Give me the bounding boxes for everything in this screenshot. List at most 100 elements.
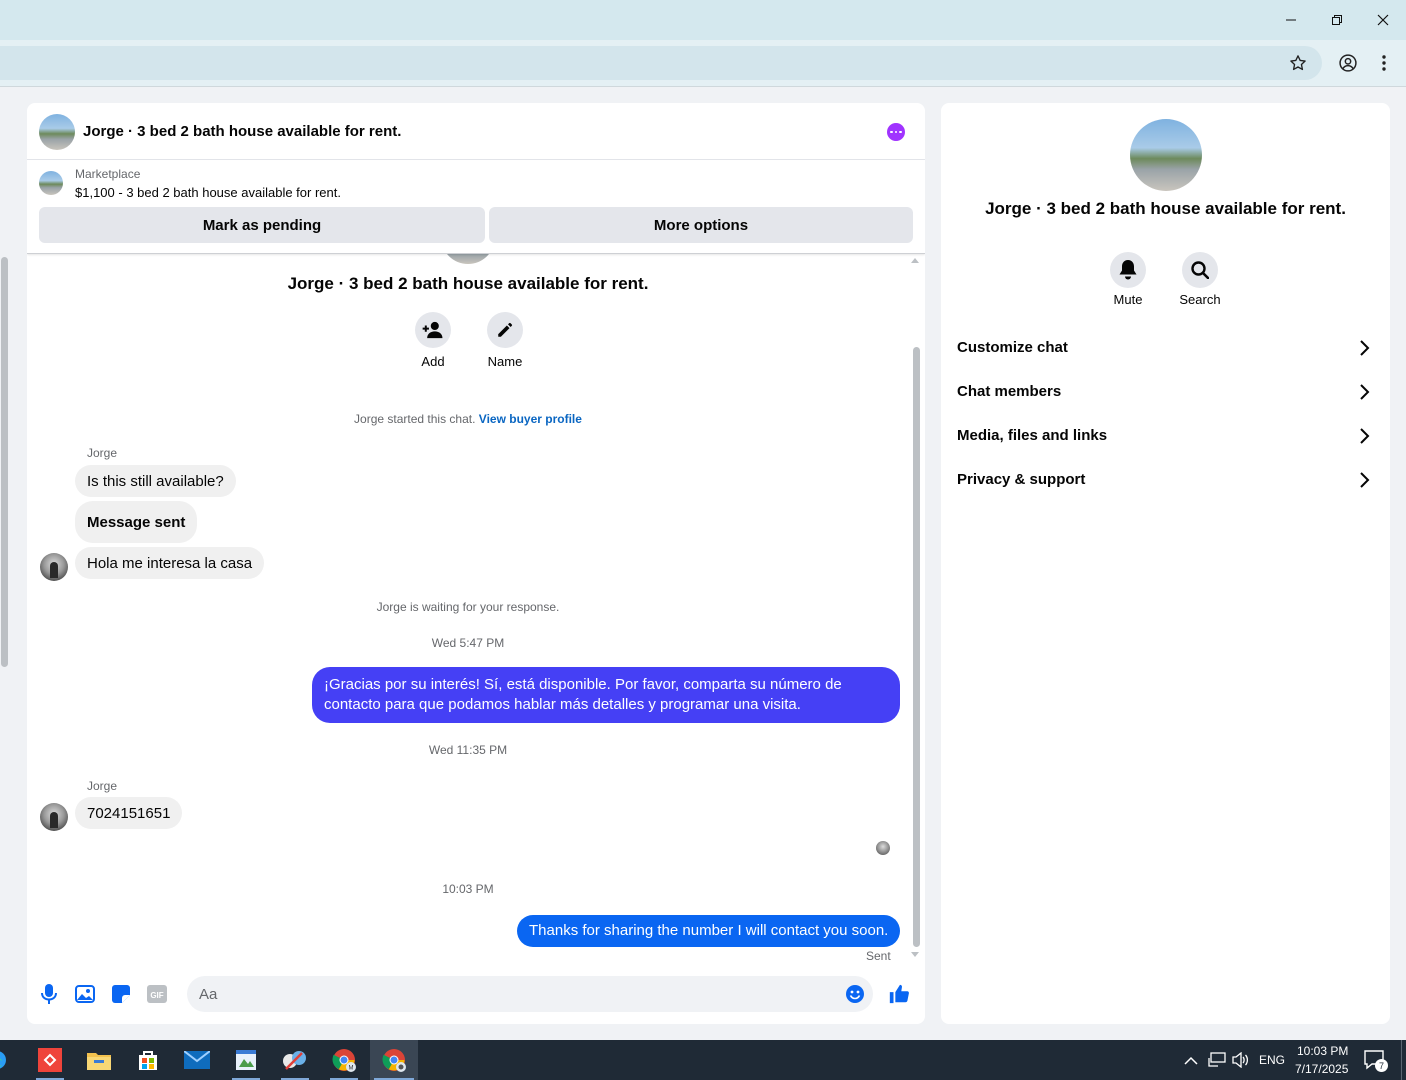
chevron-right-icon (1360, 340, 1370, 356)
network-icon[interactable] (1208, 1052, 1226, 1073)
taskbar: M ENG 10:03 PM 7/17/2025 7 (0, 1040, 1406, 1080)
incoming-message[interactable]: 7024151651 (75, 797, 183, 829)
mail-icon[interactable] (173, 1040, 221, 1080)
chat-started-text: Jorge started this chat. (354, 412, 476, 426)
listing-price-title[interactable]: $1,100 - 3 bed 2 bath house available fo… (75, 185, 341, 200)
search-button[interactable] (1182, 252, 1218, 288)
sender-avatar[interactable] (40, 553, 68, 581)
show-desktop-button[interactable] (1401, 1040, 1406, 1080)
mute-label: Mute (1113, 292, 1143, 307)
svg-text:M: M (349, 1066, 354, 1072)
message-scrollbar-thumb[interactable] (913, 347, 920, 947)
edge-icon[interactable] (0, 1040, 14, 1080)
paint-icon[interactable] (222, 1040, 270, 1080)
info-avatar[interactable] (1130, 119, 1202, 191)
timestamp: 10:03 PM (442, 882, 494, 896)
toolbar-divider (0, 86, 1406, 87)
incoming-message[interactable]: Hola me interesa la casa (75, 547, 265, 579)
chat-panel: Jorge · 3 bed 2 bath house available for… (27, 103, 925, 1024)
add-people-button[interactable] (415, 312, 451, 348)
chrome-active-icon[interactable] (370, 1040, 418, 1080)
message-input[interactable] (187, 976, 873, 1012)
seen-receipt-avatar (876, 841, 890, 855)
incoming-message[interactable]: Message sent (75, 501, 198, 543)
microphone-icon[interactable] (38, 983, 60, 1005)
mark-as-pending-button[interactable]: Mark as pending (39, 207, 485, 243)
sender-avatar[interactable] (40, 803, 68, 831)
gif-icon[interactable]: GIF (146, 983, 168, 1005)
tray-chevron-up-icon[interactable] (1184, 1053, 1198, 1071)
notification-center-icon[interactable]: 7 (1364, 1050, 1388, 1072)
menu-chat-members[interactable]: Chat members (941, 370, 1390, 414)
emoji-icon[interactable] (844, 983, 866, 1005)
scroll-down-arrow[interactable] (911, 952, 919, 957)
volume-icon[interactable] (1232, 1051, 1250, 1073)
store-icon[interactable] (124, 1040, 172, 1080)
notification-badge: 7 (1375, 1059, 1388, 1072)
add-label: Add (421, 354, 445, 369)
timestamp: Wed 5:47 PM (431, 636, 505, 650)
listing-category: Marketplace (75, 167, 141, 181)
search-icon (1191, 261, 1209, 279)
bookmark-star-icon[interactable] (1283, 48, 1313, 78)
chat-header-title[interactable]: Jorge · 3 bed 2 bath house available for… (83, 123, 401, 140)
conversation-avatar (441, 254, 495, 264)
conversation-title: Jorge · 3 bed 2 bath house available for… (287, 274, 649, 293)
address-bar[interactable] (0, 46, 1322, 80)
menu-media-files-links[interactable]: Media, files and links (941, 414, 1390, 458)
sent-status: Sent (866, 949, 891, 962)
chat-header: Jorge · 3 bed 2 bath house available for… (27, 103, 925, 160)
bell-icon (1119, 260, 1137, 280)
name-chat-button[interactable] (487, 312, 523, 348)
view-buyer-profile-link[interactable]: View buyer profile (479, 412, 582, 426)
incoming-message[interactable]: Is this still available? (75, 465, 236, 497)
clock-time[interactable]: 10:03 PM (1297, 1044, 1348, 1058)
info-title: Jorge · 3 bed 2 bath house available for… (985, 199, 1346, 218)
more-options-button[interactable]: More options (489, 207, 913, 243)
browser-toolbar (0, 40, 1406, 86)
left-scrollbar-thumb[interactable] (1, 257, 8, 667)
menu-customize-chat[interactable]: Customize chat (941, 326, 1390, 370)
add-person-icon (422, 321, 443, 339)
menu-label: Chat members (957, 383, 1062, 400)
sticker-icon[interactable] (110, 983, 132, 1005)
chevron-right-icon (1360, 472, 1370, 488)
anydesk-icon[interactable] (26, 1040, 74, 1080)
snipping-tool-icon[interactable] (271, 1040, 319, 1080)
marketplace-listing-card: Marketplace $1,100 - 3 bed 2 bath house … (27, 160, 925, 254)
language-indicator[interactable]: ENG (1259, 1053, 1285, 1067)
minimize-icon[interactable] (1268, 0, 1314, 40)
outgoing-message[interactable]: Thanks for sharing the number I will con… (517, 915, 901, 947)
waiting-notice: Jorge is waiting for your response. (376, 600, 560, 614)
thumbs-up-icon[interactable] (888, 983, 910, 1005)
clock-date[interactable]: 7/17/2025 (1295, 1062, 1348, 1076)
outgoing-message[interactable]: ¡Gracias por su interés! Sí, está dispon… (312, 667, 900, 723)
browser-titlebar (0, 0, 1406, 40)
message-composer: GIF (27, 962, 925, 1024)
menu-label: Privacy & support (957, 471, 1086, 488)
chevron-right-icon (1360, 428, 1370, 444)
photo-icon[interactable] (74, 983, 96, 1005)
restore-icon[interactable] (1314, 0, 1360, 40)
menu-label: Customize chat (957, 339, 1068, 356)
message-list: Jorge · 3 bed 2 bath house available for… (27, 254, 925, 962)
sender-name: Jorge (87, 779, 118, 793)
more-icon[interactable] (887, 123, 905, 141)
profile-icon[interactable] (1333, 48, 1363, 78)
chrome-profile-icon[interactable]: M (320, 1040, 368, 1080)
chat-avatar[interactable] (39, 114, 75, 150)
menu-label: Media, files and links (957, 427, 1108, 444)
name-label: Name (487, 354, 523, 369)
mute-button[interactable] (1110, 252, 1146, 288)
scroll-up-arrow[interactable] (911, 258, 919, 263)
menu-privacy-support[interactable]: Privacy & support (941, 458, 1390, 502)
browser-menu-icon[interactable] (1369, 48, 1399, 78)
svg-text:GIF: GIF (150, 991, 163, 1000)
pencil-icon (498, 322, 513, 337)
close-icon[interactable] (1360, 0, 1406, 40)
listing-thumbnail[interactable] (39, 171, 63, 195)
sender-name: Jorge (87, 446, 118, 460)
chat-info-panel: Jorge · 3 bed 2 bath house available for… (941, 103, 1390, 1024)
left-scrollbar[interactable] (0, 87, 10, 1027)
file-explorer-icon[interactable] (75, 1040, 123, 1080)
